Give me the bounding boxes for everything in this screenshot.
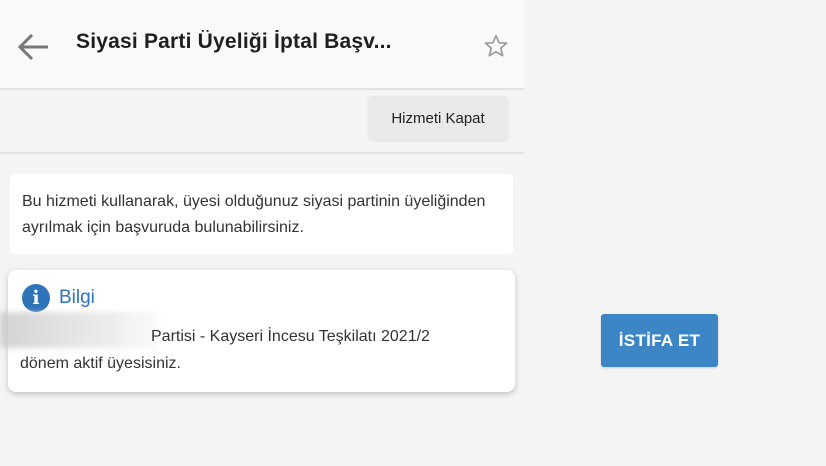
toolbar-divider [0, 152, 524, 155]
info-text-line-1: Partisi - Kayseri İncesu Teşkilatı 2021/… [151, 328, 430, 345]
description-card: Bu hizmeti kullanarak, üyesi olduğunuz s… [10, 174, 513, 254]
info-title: Bilgi [59, 287, 95, 308]
info-icon: i [22, 284, 50, 312]
back-button[interactable] [14, 28, 52, 66]
arrow-left-icon [17, 33, 48, 61]
info-card: i Bilgi Partisi - Kayseri İncesu Teşkila… [0, 270, 515, 392]
star-outline-icon [484, 34, 508, 57]
info-text-line-2: dönem aktif üyesisiniz. [20, 355, 181, 372]
info-header: i Bilgi [22, 284, 95, 312]
resign-button[interactable]: İSTİFA ET [601, 314, 718, 367]
favorite-button[interactable] [480, 30, 512, 62]
close-service-button[interactable]: Hizmeti Kapat [368, 96, 508, 140]
redacted-party-name [0, 312, 158, 348]
page-title: Siyasi Parti Üyeliği İptal Başv... [76, 30, 392, 53]
